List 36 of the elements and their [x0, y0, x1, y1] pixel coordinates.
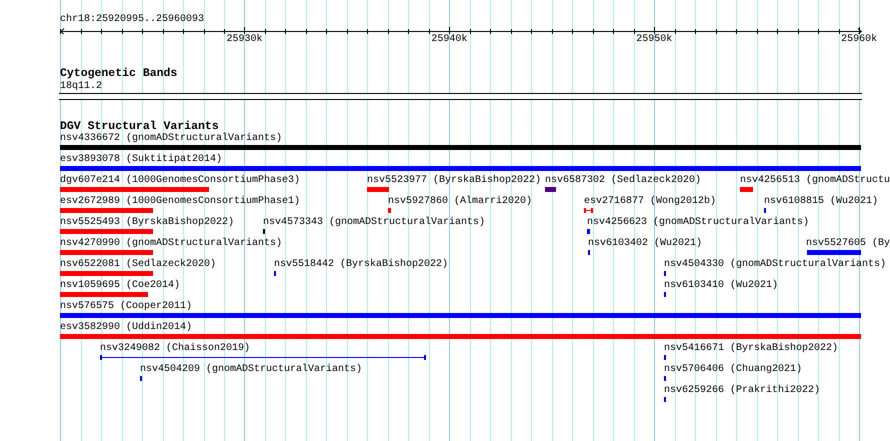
feature-label: nsv6108815 (Wu2021): [764, 196, 878, 208]
feature-label: nsv4504330 (gnomADStructuralVariants): [664, 259, 886, 271]
track-title: DGV Structural Variants: [60, 121, 219, 133]
feature-label: nsv6103402 (Wu2021): [588, 238, 702, 250]
feature-label: nsv3249082 (Chaisson2019): [100, 343, 250, 355]
feature-label: nsv5416671 (ByrskaBishop2022): [664, 343, 838, 355]
feature-label: esv2672989 (1000GenomesConsortiumPhase1): [60, 196, 300, 208]
feature-label: nsv4336672 (gnomADStructuralVariants): [60, 133, 282, 145]
feature-label: nsv1059695 (Coe2014): [60, 280, 180, 292]
feature-label: nsv4256513 (gnomADStructu: [740, 175, 890, 187]
feature-label: nsv576575 (Cooper2011): [60, 301, 192, 313]
feature-label: nsv5518442 (ByrskaBishop2022): [274, 259, 448, 271]
feature-label: nsv4504209 (gnomADStructuralVariants): [140, 364, 362, 376]
feature-label: nsv6587302 (Sedlazeck2020): [545, 175, 702, 187]
location-label: chr18:25920995..25960093: [60, 14, 204, 26]
feature-label: esv3582990 (Uddin2014): [60, 322, 192, 334]
tick-label: 25950k: [636, 34, 672, 46]
feature-label: nsv5706406 (Chuang2021): [664, 364, 802, 376]
feature-label: nsv5527605 (By: [806, 238, 890, 250]
feature-label: nsv6522081 (Sedlazeck2020): [60, 259, 216, 271]
feature-label: nsv4256623 (gnomADStructuralVariants): [587, 217, 810, 229]
feature-label: nsv4573343 (gnomADStructuralVariants): [263, 217, 486, 229]
track-title: Cytogenetic Bands: [60, 68, 178, 80]
feature-label: nsv5523977 (ByrskaBishop2022): [367, 175, 542, 187]
feature-label: nsv5927860 (Almarri2020): [388, 196, 532, 208]
feature-label: nsv5525493 (ByrskaBishop2022): [60, 217, 234, 229]
feature-label: nsv4270990 (gnomADStructuralVariants): [60, 238, 282, 250]
tick-label: 25940k: [431, 34, 468, 46]
feature-label: dgv607e214 (1000GenomesConsortiumPhase3): [60, 175, 300, 187]
band-label: 18q11.2: [60, 81, 102, 93]
tick-label: 25960k: [841, 34, 878, 46]
feature-label: esv2716877 (Wong2012b): [584, 196, 716, 208]
tick-label: 25930k: [226, 34, 262, 46]
feature-label: esv3893078 (Suktitipat2014): [60, 154, 222, 166]
feature-label: nsv6259266 (Prakrithi2022): [664, 385, 820, 397]
feature-label: nsv6103410 (Wu2021): [664, 280, 778, 292]
